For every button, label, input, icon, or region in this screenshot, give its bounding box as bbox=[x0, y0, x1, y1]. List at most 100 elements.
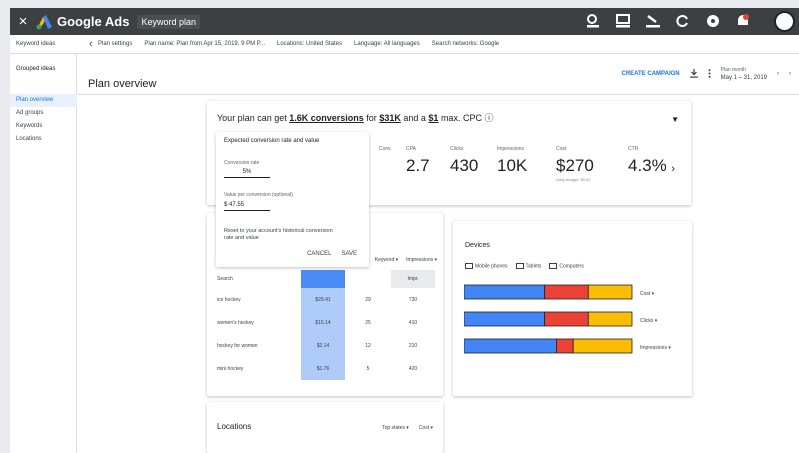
keyword-ideas-link[interactable]: Keyword ideas bbox=[16, 41, 55, 47]
download-icon[interactable] bbox=[689, 68, 698, 80]
keywords-table: Search Impr. ice hockey $29.41 29 730 wo… bbox=[207, 270, 443, 380]
language-item[interactable]: Language: All languages bbox=[354, 41, 420, 47]
impressions-dropdown[interactable]: Impressions ▾ bbox=[640, 345, 671, 351]
header-divider bbox=[77, 94, 799, 95]
plan-name-item[interactable]: Plan name: Plan from Apr 15, 2019, 9 PM … bbox=[144, 41, 265, 47]
device-bar-mobile[interactable] bbox=[464, 311, 546, 327]
value-cell: $1.76 bbox=[301, 357, 345, 380]
cancel-button[interactable]: CANCEL bbox=[307, 251, 331, 257]
date-range-picker[interactable]: Plan month May 1 – 31, 2019 bbox=[721, 66, 767, 82]
create-campaign-button[interactable]: CREATE CAMPAIGN bbox=[622, 71, 680, 77]
top-states-dropdown[interactable]: Top states ▾ bbox=[382, 425, 409, 431]
metric-label: Conv. bbox=[379, 146, 392, 152]
nav-list: Plan overview Ad groups Keywords Locatio… bbox=[10, 94, 77, 146]
search-networks-item[interactable]: Search networks: Google bbox=[432, 41, 499, 47]
help-icon[interactable] bbox=[703, 11, 723, 31]
next-metrics-icon[interactable]: › bbox=[671, 163, 675, 175]
more-options-icon[interactable] bbox=[708, 68, 711, 80]
date-range-value: May 1 – 31, 2019 bbox=[720, 75, 767, 81]
cost-dropdown[interactable]: Cost ▾ bbox=[640, 291, 654, 297]
reports-icon[interactable] bbox=[613, 11, 633, 31]
metric-label: Cost bbox=[556, 146, 567, 152]
header-cell[interactable]: Search bbox=[207, 276, 301, 282]
devices-title: Devices bbox=[465, 242, 490, 249]
nav-item-ad-groups[interactable]: Ad groups bbox=[10, 107, 77, 120]
value-per-conversion-input[interactable]: $ 47.55 bbox=[224, 202, 270, 211]
forecast-headline: Your plan can get 1.6K conversions for $… bbox=[217, 111, 493, 124]
nav-item-keywords[interactable]: Keywords bbox=[10, 120, 77, 133]
keyword-cell: mini hockey bbox=[217, 365, 244, 372]
keyword-cell: hockey for women bbox=[217, 342, 258, 349]
conversion-settings-popup: Expected conversion rate and value Conve… bbox=[216, 132, 369, 267]
plan-settings-item[interactable]: Plan settings bbox=[98, 41, 132, 47]
refresh-icon[interactable] bbox=[673, 11, 693, 31]
collapse-icon[interactable]: ▼ bbox=[671, 115, 679, 124]
table-row[interactable]: women's hockey $15.14 25 410 bbox=[207, 311, 443, 334]
impressions-filter-dropdown[interactable]: Impressions ▾ bbox=[406, 257, 437, 263]
google-ads-logo bbox=[36, 14, 52, 29]
value-cell: 29 bbox=[365, 296, 371, 303]
close-icon[interactable]: × bbox=[13, 13, 33, 30]
prev-period-icon[interactable]: ‹ bbox=[777, 71, 779, 77]
account-avatar[interactable] bbox=[774, 11, 795, 32]
conversion-rate-label: Conversion rate bbox=[224, 160, 260, 166]
notifications-icon[interactable] bbox=[733, 11, 753, 31]
keyword-filter-dropdown[interactable]: Keyword ▾ bbox=[375, 257, 398, 263]
device-bar-tablet[interactable] bbox=[544, 311, 589, 327]
device-bar-tablet[interactable] bbox=[556, 338, 574, 354]
table-row[interactable]: hockey for women $2.14 12 210 bbox=[207, 334, 443, 357]
device-bar-computer[interactable] bbox=[587, 284, 633, 300]
metric-value: 430 bbox=[450, 156, 479, 175]
device-breakdown-chart bbox=[464, 284, 633, 354]
locations-card: Locations Top states ▾ Cost ▾ bbox=[207, 402, 443, 453]
clicks-dropdown[interactable]: Clicks ▾ bbox=[640, 318, 657, 324]
value-per-conversion-label: Value per conversion (optional) bbox=[224, 192, 293, 198]
search-icon[interactable] bbox=[583, 11, 603, 31]
metric-value: 2.7 bbox=[406, 156, 430, 175]
cpc-link[interactable]: $1 bbox=[428, 113, 438, 123]
metric-ctr: CTR 4.3% bbox=[628, 146, 667, 176]
table-row[interactable]: ice hockey $29.41 29 730 bbox=[207, 288, 443, 311]
device-bar-mobile[interactable] bbox=[464, 338, 557, 354]
cost-link[interactable]: $31K bbox=[379, 113, 401, 123]
next-period-icon[interactable]: › bbox=[789, 71, 791, 77]
grouped-ideas-link[interactable]: Grouped ideas bbox=[16, 66, 55, 72]
header-cell[interactable]: Impr. bbox=[391, 270, 435, 288]
locations-item[interactable]: Locations: United States bbox=[277, 41, 342, 47]
headline-text: max. CPC bbox=[440, 113, 482, 123]
header-cell[interactable] bbox=[301, 270, 345, 288]
value-cell: 5 bbox=[366, 365, 370, 372]
metric-clicks: Clicks 430 bbox=[450, 146, 478, 176]
metric-label: Impressions bbox=[497, 146, 524, 152]
reset-historical-link[interactable]: Reset to your account's historical conve… bbox=[224, 228, 334, 242]
table-filters: Keyword ▾ Impressions ▾ bbox=[375, 257, 437, 263]
value-cell: 730 bbox=[408, 296, 418, 303]
info-icon[interactable]: ⓘ bbox=[484, 113, 493, 123]
value-cell: $15.14 bbox=[301, 311, 345, 334]
topbar-icons bbox=[583, 11, 753, 31]
device-bar-computer[interactable] bbox=[587, 311, 633, 327]
popup-actions: CANCEL SAVE bbox=[307, 251, 357, 257]
cost-dropdown[interactable]: Cost ▾ bbox=[419, 425, 433, 431]
conversions-link[interactable]: 1.6K conversions bbox=[289, 113, 364, 123]
table-header-row: Search Impr. bbox=[207, 270, 443, 288]
metric-impressions: Impressions 10K bbox=[497, 146, 527, 176]
value-cell: 12 bbox=[365, 342, 371, 349]
device-bar-tablet[interactable] bbox=[544, 284, 589, 300]
metric-value: 4.3% bbox=[628, 156, 667, 175]
tools-icon[interactable] bbox=[643, 11, 663, 31]
metric-label: CPA bbox=[406, 146, 416, 152]
device-bar-computer[interactable] bbox=[572, 338, 633, 354]
headline-text: Your plan can get bbox=[217, 113, 287, 123]
headline-text: and a bbox=[403, 113, 426, 123]
save-button[interactable]: SAVE bbox=[341, 251, 357, 257]
date-range-label: Plan month bbox=[720, 67, 746, 73]
product-name: Google Ads bbox=[57, 14, 130, 29]
conversion-rate-input[interactable]: 5% bbox=[224, 169, 270, 178]
table-row[interactable]: mini hockey $1.76 5 420 bbox=[207, 357, 443, 380]
keyword-cell: women's hockey bbox=[217, 319, 254, 326]
nav-item-plan-overview[interactable]: Plan overview bbox=[10, 94, 77, 107]
device-bar-mobile[interactable] bbox=[464, 284, 546, 300]
back-icon[interactable]: ‹ bbox=[89, 38, 93, 50]
nav-item-locations[interactable]: Locations bbox=[10, 133, 77, 146]
